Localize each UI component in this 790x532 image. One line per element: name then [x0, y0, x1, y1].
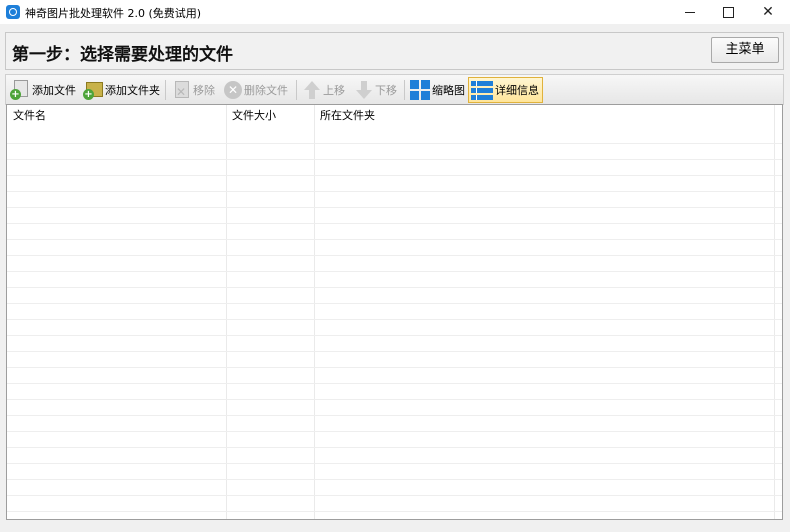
app-icon: [6, 5, 20, 19]
window-title: 神奇图片批处理软件 2.0 (免费试用): [25, 7, 202, 20]
toolbar: + 添加文件 + 添加文件夹 ✕ 移除 ✕ 删除文件 上移 下移 缩略图 详细信…: [5, 74, 784, 105]
row-gridline: [7, 303, 782, 304]
arrow-down-icon: [355, 80, 373, 100]
row-gridline: [7, 383, 782, 384]
column-divider: [314, 105, 315, 519]
row-gridline: [7, 175, 782, 176]
arrow-up-icon: [303, 80, 321, 100]
row-gridline: [7, 399, 782, 400]
close-icon: ✕: [762, 4, 774, 20]
status-strip: [0, 524, 790, 532]
add-file-icon: +: [10, 80, 30, 100]
delete-icon: ✕: [224, 81, 242, 99]
minimize-button[interactable]: [670, 0, 710, 24]
toolbar-divider: [165, 80, 166, 100]
column-header-filesize[interactable]: 文件大小: [226, 105, 314, 127]
add-folder-button[interactable]: + 添加文件夹: [83, 78, 160, 102]
main-menu-button[interactable]: 主菜单: [711, 37, 779, 63]
thumbnail-grid-icon: [410, 80, 430, 100]
move-up-label: 上移: [323, 84, 345, 97]
thumbnail-view-button[interactable]: 缩略图: [410, 78, 465, 102]
row-gridline: [7, 495, 782, 496]
file-list[interactable]: 文件名 文件大小 所在文件夹: [6, 104, 783, 520]
row-gridline: [7, 479, 782, 480]
row-gridline: [7, 463, 782, 464]
row-gridline: [7, 287, 782, 288]
remove-button[interactable]: ✕ 移除: [171, 78, 215, 102]
add-file-label: 添加文件: [32, 84, 76, 97]
column-divider: [226, 105, 227, 519]
column-header-folder[interactable]: 所在文件夹: [314, 105, 774, 127]
delete-file-label: 删除文件: [244, 84, 288, 97]
row-gridline: [7, 143, 782, 144]
details-view-button[interactable]: 详细信息: [468, 77, 543, 103]
remove-label: 移除: [193, 84, 215, 97]
row-gridline: [7, 367, 782, 368]
row-gridline: [7, 159, 782, 160]
minimize-icon: [685, 11, 695, 13]
column-header-filename[interactable]: 文件名: [7, 105, 227, 127]
row-gridline: [7, 255, 782, 256]
row-gridline: [7, 319, 782, 320]
row-gridline: [7, 335, 782, 336]
step-header: 第一步：选择需要处理的文件 主菜单: [5, 32, 784, 70]
row-gridline: [7, 351, 782, 352]
maximize-button[interactable]: [708, 0, 748, 24]
row-gridline: [7, 207, 782, 208]
remove-icon: ✕: [171, 80, 191, 100]
add-file-button[interactable]: + 添加文件: [10, 78, 76, 102]
row-gridline: [7, 239, 782, 240]
column-divider: [774, 105, 775, 519]
add-folder-label: 添加文件夹: [105, 84, 160, 97]
details-label: 详细信息: [495, 84, 539, 97]
row-gridline: [7, 223, 782, 224]
details-list-icon: [471, 80, 493, 100]
close-button[interactable]: ✕: [748, 0, 788, 24]
row-gridline: [7, 511, 782, 512]
move-up-button[interactable]: 上移: [303, 78, 345, 102]
toolbar-divider: [404, 80, 405, 100]
row-gridline: [7, 431, 782, 432]
thumbnail-label: 缩略图: [432, 84, 465, 97]
toolbar-divider: [296, 80, 297, 100]
row-gridline: [7, 271, 782, 272]
row-gridline: [7, 191, 782, 192]
maximize-icon: [722, 6, 734, 18]
move-down-label: 下移: [375, 84, 397, 97]
row-gridline: [7, 415, 782, 416]
row-gridline: [7, 447, 782, 448]
delete-file-button[interactable]: ✕ 删除文件: [224, 78, 288, 102]
move-down-button[interactable]: 下移: [355, 78, 397, 102]
add-folder-icon: +: [83, 80, 103, 100]
step-title: 第一步：选择需要处理的文件: [12, 45, 233, 65]
title-bar: 神奇图片批处理软件 2.0 (免费试用) ✕: [0, 0, 790, 24]
